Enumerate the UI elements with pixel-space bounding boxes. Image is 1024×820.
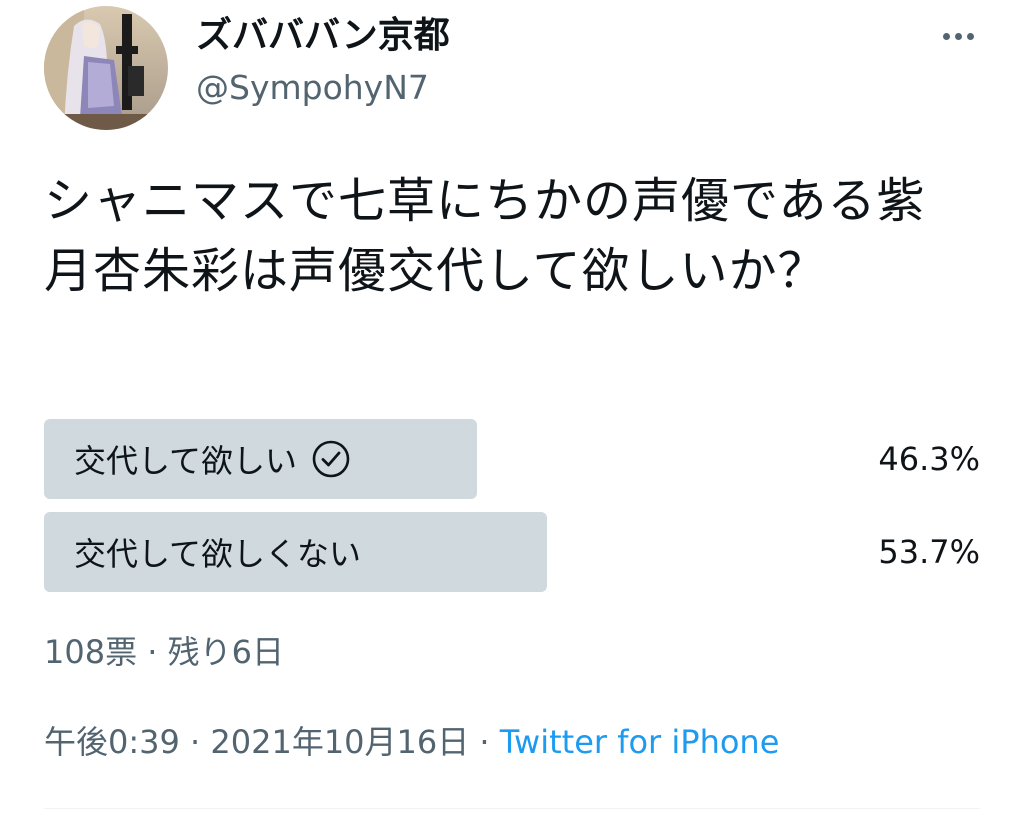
check-circle-icon	[312, 440, 350, 478]
avatar[interactable]	[44, 6, 168, 130]
more-horizontal-icon	[942, 32, 950, 40]
tweet-text: シャニマスで七草にちかの声優である紫月杏朱彩は声優交代して欲しいか？	[44, 173, 926, 299]
more-horizontal-icon	[966, 32, 974, 40]
poll-option: 交代して欲しい 46.3%	[44, 419, 980, 499]
display-name[interactable]: ズバババン京都	[196, 14, 450, 58]
divider	[44, 808, 980, 809]
poll-meta: 108票 · 残り6日	[44, 633, 284, 671]
poll-option-percent: 53.7%	[878, 533, 980, 571]
timestamp: 午後0:39 · 2021年10月16日 · Twitter for iPhon…	[44, 722, 779, 762]
poll-option: 交代して欲しくない 53.7%	[44, 512, 980, 592]
more-horizontal-icon	[954, 32, 962, 40]
anime-character-avatar-icon	[44, 6, 168, 130]
poll-option-percent: 46.3%	[878, 440, 980, 478]
poll-option-label: 交代して欲しくない	[74, 512, 361, 592]
poll-option-text: 交代して欲しい	[74, 442, 298, 480]
poll-option-text: 交代して欲しくない	[74, 535, 362, 573]
handle[interactable]: @SympohyN7	[196, 68, 429, 108]
time-date[interactable]: 午後0:39 · 2021年10月16日 ·	[44, 723, 500, 761]
more-button[interactable]	[930, 18, 986, 54]
poll-option-label: 交代して欲しい	[74, 419, 351, 499]
tweet-source-link[interactable]: Twitter for iPhone	[500, 723, 780, 761]
poll: 交代して欲しい 46.3% 交代して欲しくない 53.7%	[44, 419, 980, 605]
